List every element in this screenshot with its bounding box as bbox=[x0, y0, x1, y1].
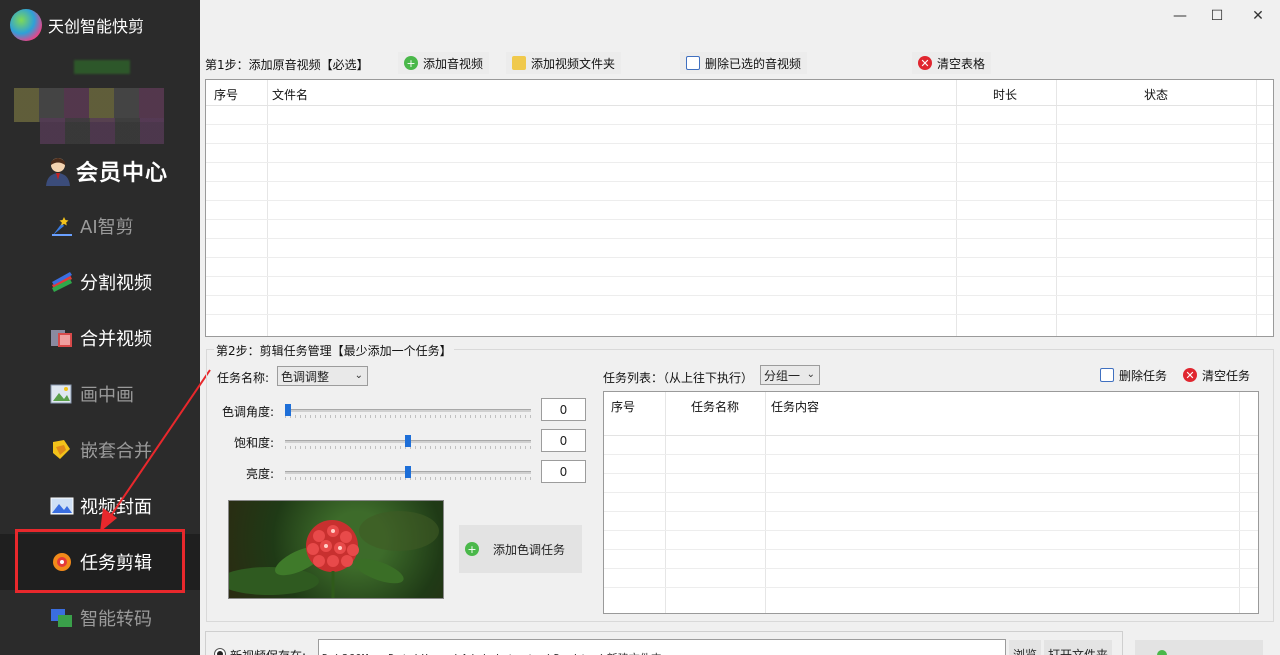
open-folder-button[interactable]: 打开文件夹 bbox=[1044, 640, 1113, 655]
smart-transcode-icon bbox=[51, 609, 72, 627]
column-header[interactable]: 任务内容 bbox=[771, 398, 819, 415]
sidebar-item-smart-transcode[interactable]: 智能转码 bbox=[50, 600, 152, 636]
output-path-input[interactable]: D:\360MoveData\Users\Administrator\Deskt… bbox=[318, 639, 1006, 655]
clear-table-button[interactable]: ✕ 清空表格 bbox=[912, 52, 992, 74]
slider-thumb[interactable] bbox=[405, 466, 411, 478]
saturation-label: 饱和度: bbox=[234, 436, 275, 450]
delete-selected-button[interactable]: 删除已选的音视频 bbox=[680, 52, 808, 74]
ai-cut-icon bbox=[52, 217, 72, 236]
saturation-input[interactable]: 0 bbox=[541, 429, 586, 452]
plus-icon: + bbox=[465, 542, 479, 556]
nested-merge-icon bbox=[53, 440, 70, 459]
merge-video-icon bbox=[51, 330, 72, 347]
clear-icon: ✕ bbox=[1183, 368, 1197, 382]
plus-icon: + bbox=[404, 56, 418, 70]
column-header[interactable]: 序号 bbox=[611, 398, 635, 415]
clear-tasks-button[interactable]: ✕ 清空任务 bbox=[1177, 364, 1256, 386]
step1-label: 第1步：添加原音视频【必选】 bbox=[205, 58, 369, 72]
step2-label: 第2步：剪辑任务管理【最少添加一个任务】 bbox=[214, 342, 454, 359]
group-select-value: 分组一 bbox=[764, 368, 801, 383]
save-location-label: 新视频保存在: bbox=[230, 647, 306, 655]
media-table[interactable]: 序号 文件名 时长 状态 bbox=[205, 79, 1274, 337]
sidebar-item-label: AI智剪 bbox=[80, 217, 134, 238]
column-header[interactable]: 时长 bbox=[993, 86, 1017, 103]
folder-icon bbox=[512, 56, 526, 70]
clear-table-label: 清空表格 bbox=[937, 56, 986, 71]
start-icon bbox=[1157, 650, 1167, 655]
save-location-radio[interactable] bbox=[214, 648, 226, 655]
blurred-user-avatar bbox=[14, 88, 164, 122]
browse-button[interactable]: 浏览 bbox=[1009, 640, 1042, 655]
hue-angle-input[interactable]: 0 bbox=[541, 398, 586, 421]
delete-task-button[interactable]: 删除任务 bbox=[1094, 364, 1173, 386]
clear-tasks-label: 清空任务 bbox=[1202, 368, 1251, 383]
clear-icon: ✕ bbox=[918, 56, 932, 70]
task-table-header: 序号 任务名称 任务内容 bbox=[604, 392, 1258, 436]
column-header[interactable]: 序号 bbox=[214, 86, 238, 103]
task-table[interactable]: 序号 任务名称 任务内容 bbox=[603, 391, 1259, 614]
column-header[interactable]: 文件名 bbox=[272, 86, 308, 103]
add-media-label: 添加音视频 bbox=[423, 56, 484, 71]
close-icon: ✕ bbox=[1252, 8, 1264, 24]
add-folder-label: 添加视频文件夹 bbox=[531, 56, 616, 71]
task-list-label: 任务列表：（从上往下执行） bbox=[603, 371, 754, 385]
hue-angle-slider[interactable] bbox=[285, 404, 531, 418]
color-preview-image bbox=[228, 500, 444, 599]
close-button[interactable]: ✕ bbox=[1248, 6, 1268, 26]
column-header[interactable]: 状态 bbox=[1144, 86, 1168, 103]
app-title: 天创智能快剪 bbox=[10, 8, 144, 42]
split-video-icon bbox=[52, 272, 72, 292]
chevron-down-icon: ⌄ bbox=[806, 369, 815, 380]
delete-selected-label: 删除已选的音视频 bbox=[705, 56, 802, 71]
sidebar-item-label: 分割视频 bbox=[80, 273, 152, 294]
slider-thumb[interactable] bbox=[405, 435, 411, 447]
slider-thumb[interactable] bbox=[285, 404, 291, 416]
saturation-slider[interactable] bbox=[285, 435, 531, 449]
media-table-header: 序号 文件名 时长 状态 bbox=[206, 80, 1273, 106]
app-title-text: 天创智能快剪 bbox=[48, 17, 145, 36]
member-center-label: 会员中心 bbox=[76, 160, 169, 186]
chevron-down-icon: ⌄ bbox=[354, 370, 363, 381]
sidebar-item-split-video[interactable]: 分割视频 bbox=[50, 264, 152, 300]
start-button[interactable] bbox=[1135, 640, 1263, 655]
member-avatar-icon bbox=[46, 158, 70, 186]
column-header[interactable]: 任务名称 bbox=[691, 398, 739, 415]
task-name-label: 任务名称: bbox=[217, 371, 270, 385]
add-tone-task-label: 添加色调任务 bbox=[493, 542, 566, 557]
sidebar-item-merge-video[interactable]: 合并视频 bbox=[50, 320, 152, 356]
add-folder-button[interactable]: 添加视频文件夹 bbox=[506, 52, 622, 74]
hue-angle-label: 色调角度: bbox=[222, 405, 275, 419]
group-select[interactable]: 分组一 ⌄ bbox=[760, 365, 820, 385]
blurred-user-info bbox=[74, 60, 130, 74]
brightness-label: 亮度: bbox=[246, 467, 275, 481]
add-tone-task-button[interactable]: + 添加色调任务 bbox=[459, 525, 582, 573]
sidebar-item-label: 合并视频 bbox=[80, 329, 152, 350]
brightness-slider[interactable] bbox=[285, 466, 531, 480]
sidebar-item-ai-cut[interactable]: AI智剪 bbox=[50, 208, 134, 244]
minimize-button[interactable]: — bbox=[1170, 6, 1190, 26]
add-media-button[interactable]: + 添加音视频 bbox=[398, 52, 490, 74]
minimize-icon: — bbox=[1173, 8, 1187, 24]
sidebar-item-label: 智能转码 bbox=[80, 609, 152, 630]
member-center-button[interactable]: 会员中心 bbox=[44, 155, 168, 187]
video-cover-icon bbox=[50, 497, 74, 515]
app-logo-icon bbox=[10, 9, 42, 41]
task-name-value: 色调调整 bbox=[281, 369, 330, 384]
task-name-select[interactable]: 色调调整 ⌄ bbox=[277, 366, 368, 386]
maximize-button[interactable]: ☐ bbox=[1207, 6, 1227, 26]
delete-icon bbox=[1100, 368, 1114, 382]
picture-in-picture-icon bbox=[50, 384, 72, 404]
delete-icon bbox=[686, 56, 700, 70]
brightness-input[interactable]: 0 bbox=[541, 460, 586, 483]
delete-task-label: 删除任务 bbox=[1119, 368, 1168, 383]
maximize-icon: ☐ bbox=[1210, 8, 1224, 24]
blurred-user-name bbox=[40, 118, 164, 144]
